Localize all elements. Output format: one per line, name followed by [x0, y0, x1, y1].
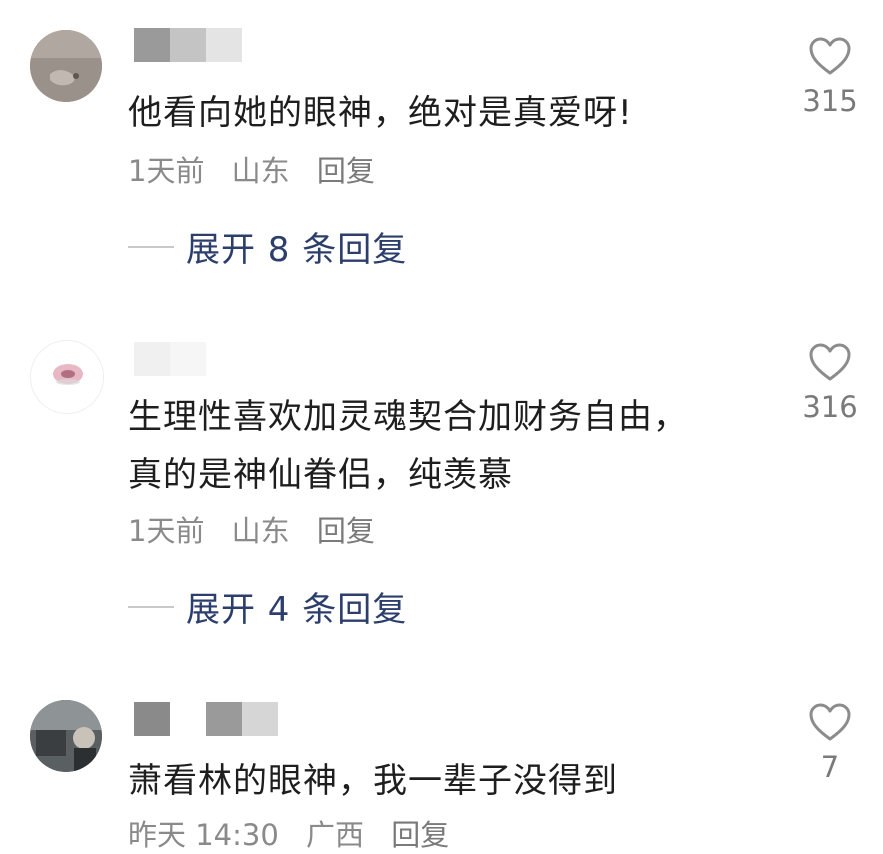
comment-meta: 1天前 山东 回复 — [128, 508, 393, 550]
like-count: 315 — [802, 84, 858, 118]
comment-time: 1天前 — [128, 514, 205, 548]
avatar-image — [30, 30, 102, 102]
comment-item: 他看向她的眼神，绝对是真爱呀! 1天前 山东 回复 展开 8 条回复 315 — [0, 0, 883, 300]
comment-item: 生理性喜欢加灵魂契合加财务自由，真的是神仙眷侣，纯羡慕 1天前 山东 回复 展开… — [0, 300, 883, 660]
heart-outline-icon — [809, 343, 851, 381]
expand-replies-button[interactable]: 展开 4 条回复 — [128, 582, 407, 631]
comment-meta: 1天前 山东 回复 — [128, 148, 393, 190]
comment-location: 山东 — [231, 154, 290, 188]
comment-item: 萧看林的眼神，我一辈子没得到 昨天 14:30 广西 回复 7 — [0, 660, 883, 852]
heart-outline-icon — [809, 37, 851, 75]
expand-replies-button[interactable]: 展开 8 条回复 — [128, 222, 407, 271]
username-blurred[interactable] — [134, 28, 254, 64]
avatar[interactable] — [30, 30, 102, 102]
comment-meta: 昨天 14:30 广西 回复 — [128, 812, 467, 854]
avatar[interactable] — [30, 340, 104, 414]
like-button[interactable]: 7 — [800, 702, 860, 784]
like-count: 316 — [802, 390, 858, 424]
divider-dash — [128, 245, 174, 248]
expand-replies-label: 展开 8 条回复 — [186, 230, 408, 270]
comment-time: 1天前 — [128, 154, 205, 188]
avatar-image — [31, 341, 103, 413]
comment-time: 昨天 14:30 — [128, 818, 279, 852]
reply-button[interactable]: 回复 — [317, 514, 375, 548]
reply-button[interactable]: 回复 — [317, 154, 375, 188]
divider-dash — [128, 605, 174, 608]
comment-location: 广西 — [306, 818, 365, 852]
expand-replies-label: 展开 4 条回复 — [186, 590, 408, 630]
username-blurred[interactable] — [134, 702, 284, 738]
comment-text: 萧看林的眼神，我一辈子没得到 — [128, 761, 618, 801]
avatar[interactable] — [30, 700, 102, 772]
like-button[interactable]: 315 — [800, 36, 860, 118]
heart-outline-icon — [809, 703, 851, 741]
comment-text: 他看向她的眼神，绝对是真爱呀! — [128, 93, 633, 133]
like-button[interactable]: 316 — [800, 342, 860, 424]
comment-text: 生理性喜欢加灵魂契合加财务自由，真的是神仙眷侣，纯羡慕 — [128, 397, 688, 495]
avatar-image — [30, 700, 102, 772]
username-blurred[interactable] — [134, 342, 254, 378]
comment-location: 山东 — [231, 514, 290, 548]
like-count: 7 — [820, 750, 840, 784]
reply-button[interactable]: 回复 — [391, 818, 449, 852]
